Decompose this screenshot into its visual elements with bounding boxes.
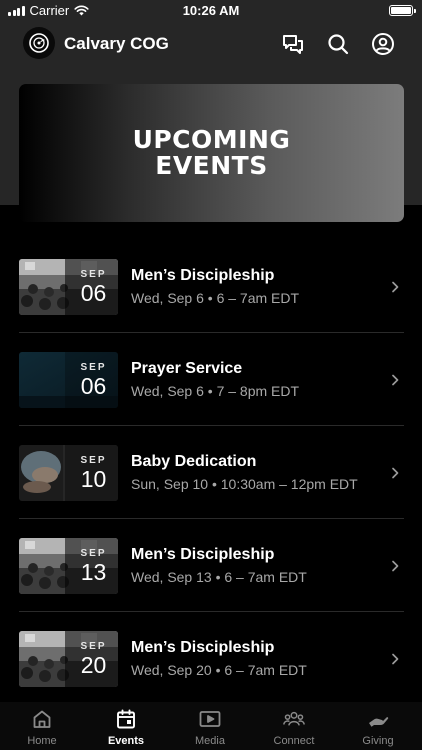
event-month: SEP <box>80 455 107 466</box>
event-row[interactable]: SEP 06 Prayer Service Wed, Sep 6 • 7 – 8… <box>19 333 404 426</box>
event-day: 13 <box>80 559 107 585</box>
app-title: Calvary COG <box>64 34 169 53</box>
status-bar: Carrier 10:26 AM <box>0 0 422 22</box>
event-title: Baby Dedication <box>131 453 257 470</box>
event-thumbnail: SEP 06 <box>19 259 118 315</box>
event-month: SEP <box>80 641 107 652</box>
giving-hand-icon <box>369 717 389 727</box>
event-day: 06 <box>80 373 107 399</box>
event-title: Prayer Service <box>131 360 243 377</box>
event-thumbnail: SEP 06 <box>19 352 118 408</box>
tab-events[interactable]: Events <box>84 702 168 750</box>
chevron-right-icon <box>392 560 399 572</box>
battery-icon <box>389 5 416 16</box>
tab-connect[interactable]: Connect <box>252 702 336 750</box>
app-header: Calvary COG <box>0 26 422 62</box>
tab-bar: Home Events Media Connect Giving <box>0 702 422 750</box>
event-datetime: Sun, Sep 10 • 10:30am – 12pm EDT <box>131 476 358 492</box>
tab-media[interactable]: Media <box>168 702 252 750</box>
status-time: 10:26 AM <box>182 3 240 18</box>
event-row[interactable]: SEP 20 Men’s Discipleship Wed, Sep 20 • … <box>19 612 404 705</box>
church-logo-icon[interactable] <box>23 27 55 59</box>
event-month: SEP <box>80 362 107 373</box>
upcoming-events-banner: UPCOMING EVENTS <box>19 84 404 222</box>
event-row[interactable]: SEP 06 Men’s Discipleship Wed, Sep 6 • 6… <box>19 240 404 333</box>
event-thumbnail: SEP 20 <box>19 631 118 687</box>
event-row[interactable]: SEP 13 Men’s Discipleship Wed, Sep 13 • … <box>19 519 404 612</box>
event-datetime: Wed, Sep 6 • 6 – 7am EDT <box>131 290 300 306</box>
home-icon <box>33 710 51 728</box>
people-icon <box>283 711 305 726</box>
tab-label: Connect <box>273 735 315 747</box>
event-month: SEP <box>80 548 107 559</box>
event-day: 06 <box>80 280 107 306</box>
event-row[interactable]: SEP 10 Baby Dedication Sun, Sep 10 • 10:… <box>19 426 404 519</box>
event-title: Men’s Discipleship <box>131 267 275 284</box>
account-icon[interactable] <box>371 32 395 56</box>
chevron-right-icon <box>392 374 399 386</box>
tab-label: Giving <box>362 735 394 747</box>
play-icon <box>199 711 221 727</box>
search-icon[interactable] <box>326 32 350 56</box>
event-day: 20 <box>80 652 107 678</box>
event-day: 10 <box>80 466 107 492</box>
event-title: Men’s Discipleship <box>131 546 275 563</box>
chat-bubbles-icon[interactable] <box>281 32 305 56</box>
tab-label: Media <box>195 735 225 747</box>
calendar-icon <box>117 709 135 729</box>
event-datetime: Wed, Sep 6 • 7 – 8pm EDT <box>131 383 300 399</box>
chevron-right-icon <box>392 467 399 479</box>
event-thumbnail: SEP 10 <box>19 445 118 501</box>
tab-giving[interactable]: Giving <box>336 702 420 750</box>
chevron-right-icon <box>392 653 399 665</box>
event-datetime: Wed, Sep 20 • 6 – 7am EDT <box>131 662 307 678</box>
event-month: SEP <box>80 269 107 280</box>
chevron-right-icon <box>392 281 399 293</box>
tab-home[interactable]: Home <box>0 702 84 750</box>
tab-label: Events <box>107 735 145 747</box>
banner-title: UPCOMING EVENTS <box>132 125 291 180</box>
event-datetime: Wed, Sep 13 • 6 – 7am EDT <box>131 569 307 585</box>
event-list: SEP 06 Men’s Discipleship Wed, Sep 6 • 6… <box>19 240 404 705</box>
event-thumbnail: SEP 13 <box>19 538 118 594</box>
event-title: Men’s Discipleship <box>131 639 275 656</box>
tab-label: Home <box>27 735 57 747</box>
